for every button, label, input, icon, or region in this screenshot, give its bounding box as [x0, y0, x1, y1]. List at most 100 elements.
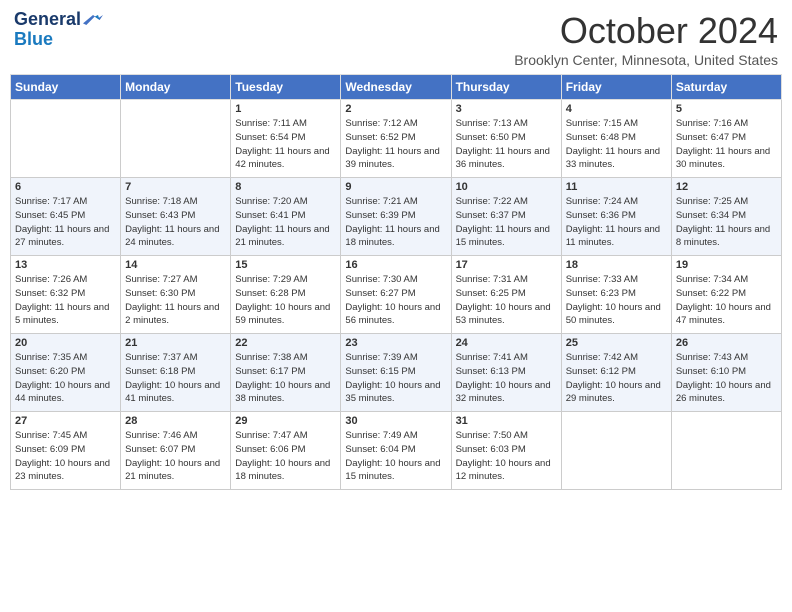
day-number: 14: [125, 259, 226, 271]
day-info: Sunrise: 7:41 AMSunset: 6:13 PMDaylight:…: [456, 351, 557, 406]
day-info: Sunrise: 7:24 AMSunset: 6:36 PMDaylight:…: [566, 195, 667, 250]
calendar-cell: 13Sunrise: 7:26 AMSunset: 6:32 PMDayligh…: [11, 256, 121, 334]
day-number: 8: [235, 181, 336, 193]
calendar-table: SundayMondayTuesdayWednesdayThursdayFrid…: [10, 74, 782, 490]
calendar-header: SundayMondayTuesdayWednesdayThursdayFrid…: [11, 75, 782, 100]
day-number: 19: [676, 259, 777, 271]
day-info: Sunrise: 7:42 AMSunset: 6:12 PMDaylight:…: [566, 351, 667, 406]
day-info: Sunrise: 7:13 AMSunset: 6:50 PMDaylight:…: [456, 117, 557, 172]
calendar-cell: [671, 412, 781, 490]
header-day: Wednesday: [341, 75, 451, 100]
title-block: October 2024 Brooklyn Center, Minnesota,…: [514, 10, 778, 68]
day-info: Sunrise: 7:34 AMSunset: 6:22 PMDaylight:…: [676, 273, 777, 328]
day-number: 23: [345, 337, 446, 349]
day-info: Sunrise: 7:35 AMSunset: 6:20 PMDaylight:…: [15, 351, 116, 406]
day-info: Sunrise: 7:45 AMSunset: 6:09 PMDaylight:…: [15, 429, 116, 484]
calendar-week-row: 13Sunrise: 7:26 AMSunset: 6:32 PMDayligh…: [11, 256, 782, 334]
day-number: 20: [15, 337, 116, 349]
day-info: Sunrise: 7:29 AMSunset: 6:28 PMDaylight:…: [235, 273, 336, 328]
day-number: 10: [456, 181, 557, 193]
day-info: Sunrise: 7:43 AMSunset: 6:10 PMDaylight:…: [676, 351, 777, 406]
day-info: Sunrise: 7:33 AMSunset: 6:23 PMDaylight:…: [566, 273, 667, 328]
day-info: Sunrise: 7:47 AMSunset: 6:06 PMDaylight:…: [235, 429, 336, 484]
day-number: 30: [345, 415, 446, 427]
calendar-week-row: 27 Sunrise: 7:45 AMSunset: 6:09 PMDayligh…: [11, 412, 782, 490]
calendar-cell: 2 Sunrise: 7:12 AMSunset: 6:52 PMDaylight…: [341, 100, 451, 178]
header-day: Sunday: [11, 75, 121, 100]
day-info: Sunrise: 7:22 AMSunset: 6:37 PMDaylight:…: [456, 195, 557, 250]
day-info: Sunrise: 7:31 AMSunset: 6:25 PMDaylight:…: [456, 273, 557, 328]
day-number: 12: [676, 181, 777, 193]
calendar-cell: 19 Sunrise: 7:34 AMSunset: 6:22 PMDayligh…: [671, 256, 781, 334]
header-day: Monday: [121, 75, 231, 100]
calendar-cell: 31Sunrise: 7:50 AMSunset: 6:03 PMDayligh…: [451, 412, 561, 490]
header-day: Friday: [561, 75, 671, 100]
day-number: 27: [15, 415, 116, 427]
calendar-cell: 16 Sunrise: 7:30 AMSunset: 6:27 PMDayligh…: [341, 256, 451, 334]
day-number: 2: [345, 103, 446, 115]
calendar-cell: 18 Sunrise: 7:33 AMSunset: 6:23 PMDayligh…: [561, 256, 671, 334]
calendar-cell: 15 Sunrise: 7:29 AMSunset: 6:28 PMDayligh…: [231, 256, 341, 334]
calendar-cell: [561, 412, 671, 490]
logo-general: General: [14, 10, 81, 30]
day-info: Sunrise: 7:15 AMSunset: 6:48 PMDaylight:…: [566, 117, 667, 172]
calendar-cell: 30Sunrise: 7:49 AMSunset: 6:04 PMDayligh…: [341, 412, 451, 490]
calendar-cell: 4 Sunrise: 7:15 AMSunset: 6:48 PMDaylight…: [561, 100, 671, 178]
calendar-cell: 6Sunrise: 7:17 AMSunset: 6:45 PMDaylight…: [11, 178, 121, 256]
day-info: Sunrise: 7:37 AMSunset: 6:18 PMDaylight:…: [125, 351, 226, 406]
day-info: Sunrise: 7:16 AMSunset: 6:47 PMDaylight:…: [676, 117, 777, 172]
day-info: Sunrise: 7:39 AMSunset: 6:15 PMDaylight:…: [345, 351, 446, 406]
page-header: General Blue October 2024 Brooklyn Cente…: [10, 10, 782, 68]
day-number: 24: [456, 337, 557, 349]
day-info: Sunrise: 7:17 AMSunset: 6:45 PMDaylight:…: [15, 195, 116, 250]
calendar-cell: 29Sunrise: 7:47 AMSunset: 6:06 PMDayligh…: [231, 412, 341, 490]
day-info: Sunrise: 7:25 AMSunset: 6:34 PMDaylight:…: [676, 195, 777, 250]
calendar-cell: 20 Sunrise: 7:35 AMSunset: 6:20 PMDayligh…: [11, 334, 121, 412]
day-number: 26: [676, 337, 777, 349]
day-number: 17: [456, 259, 557, 271]
calendar-cell: 9 Sunrise: 7:21 AMSunset: 6:39 PMDaylight…: [341, 178, 451, 256]
logo: General Blue: [14, 10, 103, 50]
calendar-cell: 7Sunrise: 7:18 AMSunset: 6:43 PMDaylight…: [121, 178, 231, 256]
location: Brooklyn Center, Minnesota, United State…: [514, 52, 778, 68]
header-day: Tuesday: [231, 75, 341, 100]
day-number: 11: [566, 181, 667, 193]
day-info: Sunrise: 7:20 AMSunset: 6:41 PMDaylight:…: [235, 195, 336, 250]
day-info: Sunrise: 7:38 AMSunset: 6:17 PMDaylight:…: [235, 351, 336, 406]
calendar-cell: 8 Sunrise: 7:20 AMSunset: 6:41 PMDaylight…: [231, 178, 341, 256]
day-number: 28: [125, 415, 226, 427]
header-day: Saturday: [671, 75, 781, 100]
calendar-cell: 10 Sunrise: 7:22 AMSunset: 6:37 PMDayligh…: [451, 178, 561, 256]
day-number: 9: [345, 181, 446, 193]
calendar-cell: 22 Sunrise: 7:38 AMSunset: 6:17 PMDayligh…: [231, 334, 341, 412]
calendar-cell: 21 Sunrise: 7:37 AMSunset: 6:18 PMDayligh…: [121, 334, 231, 412]
day-number: 18: [566, 259, 667, 271]
header-row: SundayMondayTuesdayWednesdayThursdayFrid…: [11, 75, 782, 100]
header-day: Thursday: [451, 75, 561, 100]
day-number: 22: [235, 337, 336, 349]
day-info: Sunrise: 7:30 AMSunset: 6:27 PMDaylight:…: [345, 273, 446, 328]
calendar-week-row: 6Sunrise: 7:17 AMSunset: 6:45 PMDaylight…: [11, 178, 782, 256]
logo-blue: Blue: [14, 30, 53, 50]
calendar-cell: 25Sunrise: 7:42 AMSunset: 6:12 PMDayligh…: [561, 334, 671, 412]
day-number: 5: [676, 103, 777, 115]
day-number: 4: [566, 103, 667, 115]
day-number: 15: [235, 259, 336, 271]
day-info: Sunrise: 7:21 AMSunset: 6:39 PMDaylight:…: [345, 195, 446, 250]
month-title: October 2024: [514, 10, 778, 52]
day-info: Sunrise: 7:26 AMSunset: 6:32 PMDaylight:…: [15, 273, 116, 328]
calendar-cell: [121, 100, 231, 178]
calendar-week-row: 20 Sunrise: 7:35 AMSunset: 6:20 PMDayligh…: [11, 334, 782, 412]
calendar-cell: 3 Sunrise: 7:13 AMSunset: 6:50 PMDaylight…: [451, 100, 561, 178]
day-number: 21: [125, 337, 226, 349]
day-info: Sunrise: 7:46 AMSunset: 6:07 PMDaylight:…: [125, 429, 226, 484]
calendar-cell: [11, 100, 121, 178]
calendar-cell: 5 Sunrise: 7:16 AMSunset: 6:47 PMDaylight…: [671, 100, 781, 178]
day-number: 3: [456, 103, 557, 115]
day-number: 7: [125, 181, 226, 193]
calendar-cell: 1Sunrise: 7:11 AMSunset: 6:54 PMDaylight…: [231, 100, 341, 178]
calendar-cell: 14Sunrise: 7:27 AMSunset: 6:30 PMDayligh…: [121, 256, 231, 334]
day-number: 16: [345, 259, 446, 271]
calendar-body: 1Sunrise: 7:11 AMSunset: 6:54 PMDaylight…: [11, 100, 782, 490]
day-info: Sunrise: 7:12 AMSunset: 6:52 PMDaylight:…: [345, 117, 446, 172]
